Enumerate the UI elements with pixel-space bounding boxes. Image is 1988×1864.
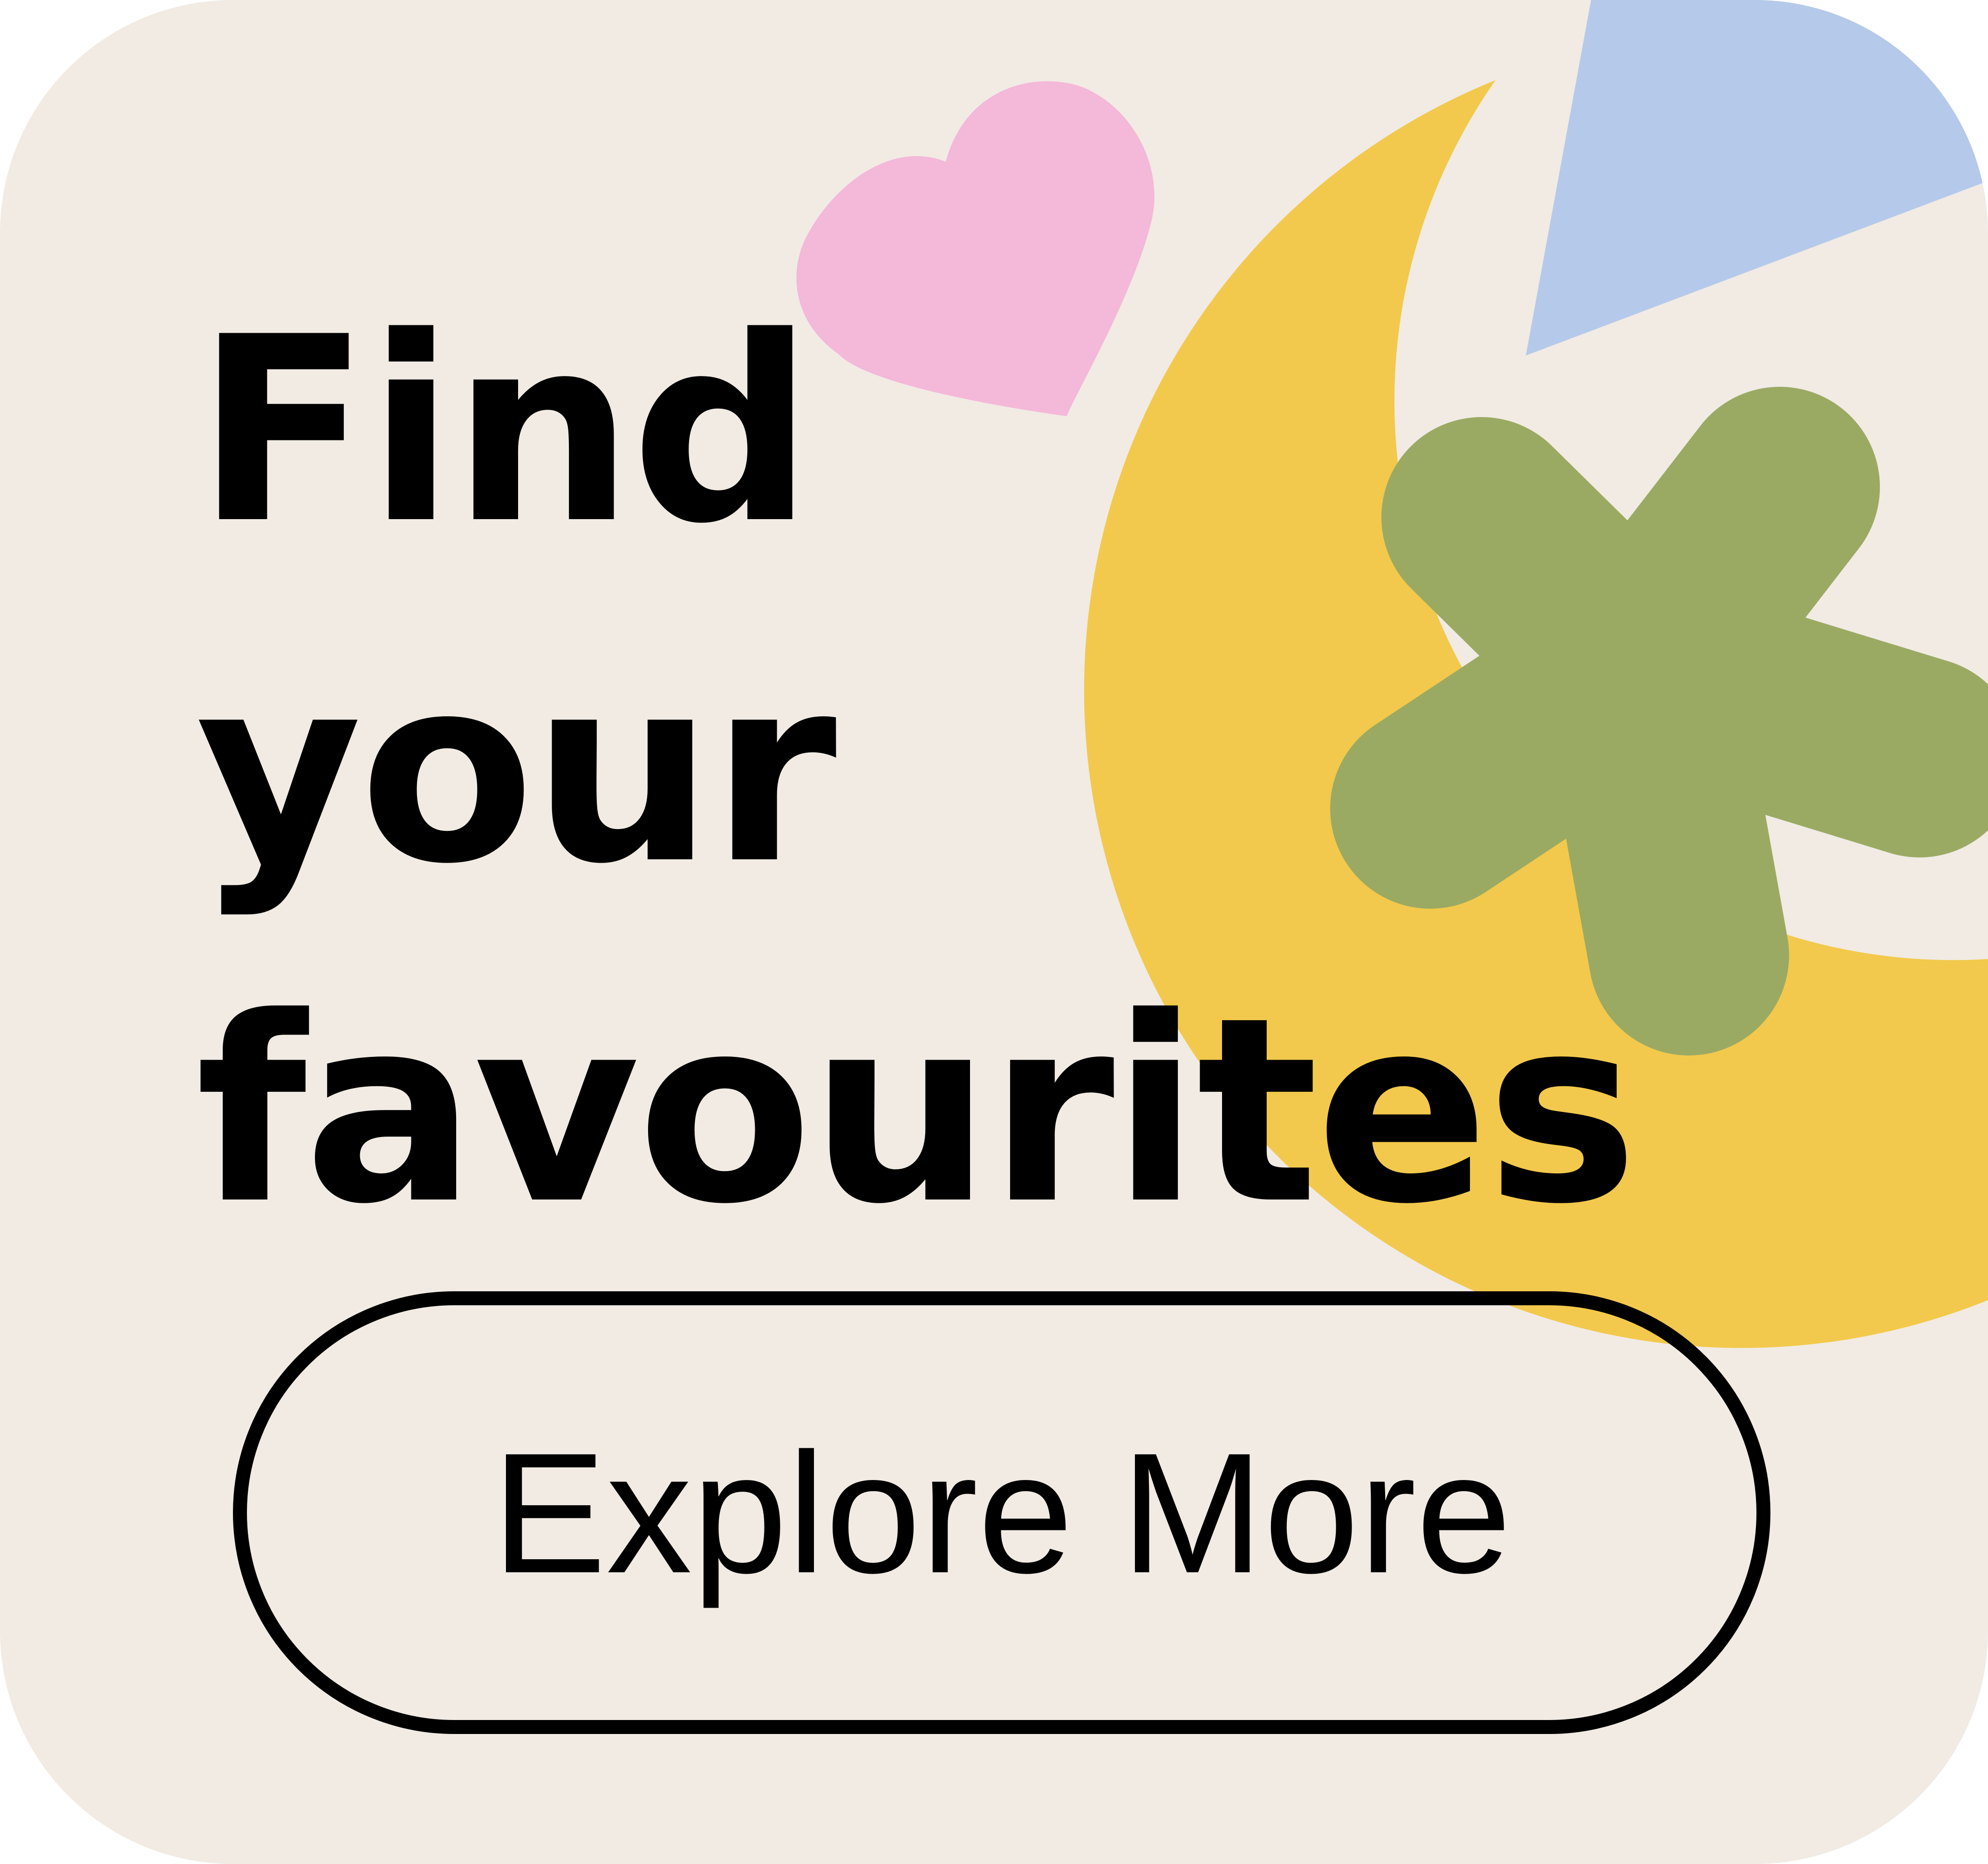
headline-line-1: Find [196,282,814,580]
headline-line-2: your [196,623,837,920]
explore-more-button[interactable]: Explore More [233,1291,1770,1734]
favourites-card[interactable]: Find your favourites Explore More [0,0,1988,1864]
headline-line-3: favourites [196,963,1638,1260]
headline: Find your favourites [196,261,1638,1282]
explore-more-label: Explore More [492,1417,1512,1609]
